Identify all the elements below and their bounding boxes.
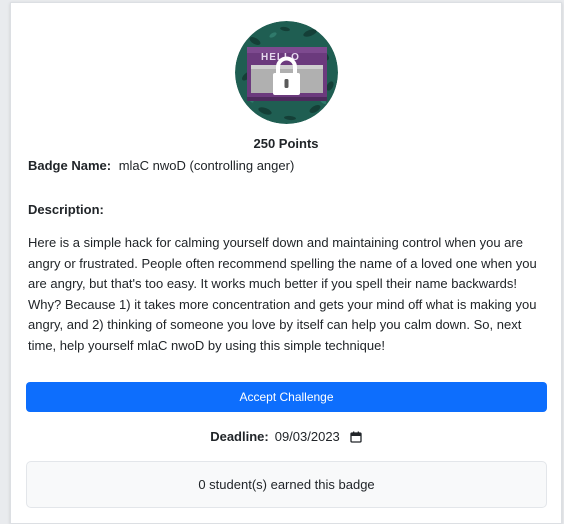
calendar-icon[interactable] [350, 431, 362, 443]
description-label: Description: [28, 202, 104, 217]
deadline-date[interactable]: 09/03/2023 [275, 429, 340, 444]
earned-count-text: 0 student(s) earned this badge [198, 477, 375, 492]
badge-card: HELLO 250 Points Badge Name: mlaC nwoD (… [10, 2, 562, 524]
hello-name-tag-lock-icon: HELLO [235, 21, 338, 124]
badge-name-row: Badge Name: mlaC nwoD (controlling anger… [28, 158, 294, 173]
deadline-row: Deadline: 09/03/2023 [11, 429, 561, 444]
accept-challenge-button[interactable]: Accept Challenge [26, 382, 547, 412]
description-text: Here is a simple hack for calming yourse… [28, 235, 537, 353]
deadline-label: Deadline: [210, 429, 269, 444]
badge-name-value: mlaC nwoD (controlling anger) [118, 158, 295, 173]
earned-count-box: 0 student(s) earned this badge [26, 461, 547, 508]
badge-points: 250 Points [253, 136, 319, 151]
badge-name-label: Badge Name: [28, 158, 112, 173]
